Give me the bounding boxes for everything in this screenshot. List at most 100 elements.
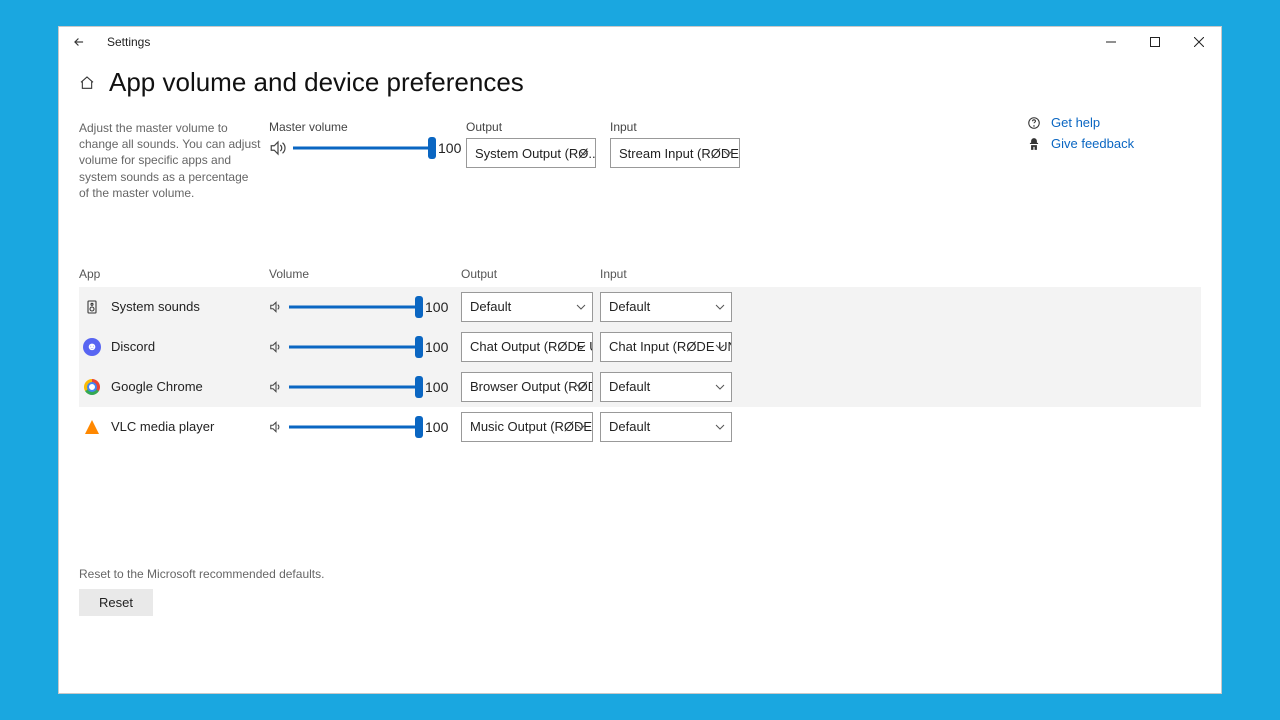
page-title-row: App volume and device preferences [79, 67, 1201, 98]
app-input-value: Chat Input (RØDE UNI [609, 339, 732, 354]
app-input-cell: Default [600, 292, 740, 322]
give-feedback-link[interactable]: Give feedback [1027, 136, 1197, 151]
app-volume-slider[interactable] [289, 337, 419, 357]
reset-text: Reset to the Microsoft recommended defau… [79, 567, 1201, 581]
speaker-icon[interactable] [269, 420, 283, 434]
maximize-icon [1150, 37, 1160, 47]
app-row: System sounds 100 Default Default [79, 287, 1201, 327]
master-volume-slider[interactable] [293, 138, 432, 158]
app-output-dropdown[interactable]: Chat Output (RØDE UI [461, 332, 593, 362]
app-output-dropdown[interactable]: Browser Output (RØD [461, 372, 593, 402]
app-input-dropdown[interactable]: Chat Input (RØDE UNI [600, 332, 732, 362]
col-app: App [79, 267, 269, 281]
chevron-down-icon [715, 302, 725, 312]
app-output-cell: Chat Output (RØDE UI [461, 332, 600, 362]
master-volume-value: 100 [438, 140, 464, 156]
app-name: Google Chrome [111, 379, 203, 394]
maximize-button[interactable] [1133, 27, 1177, 57]
arrow-left-icon [72, 35, 86, 49]
app-output-value: Music Output (RØDE U [470, 419, 593, 434]
chevron-down-icon [576, 342, 586, 352]
app-volume-value: 100 [425, 379, 451, 395]
speaker-icon[interactable] [269, 380, 283, 394]
chevron-down-icon [723, 148, 733, 158]
reset-area: Reset to the Microsoft recommended defau… [79, 567, 1201, 616]
master-output-dropdown[interactable]: System Output (RØ... [466, 138, 596, 168]
app-volume-cell: 100 [269, 297, 461, 317]
col-output: Output [461, 267, 600, 281]
chevron-down-icon [576, 302, 586, 312]
home-icon[interactable] [79, 75, 95, 91]
app-input-value: Default [609, 299, 650, 314]
app-volume-slider[interactable] [289, 297, 419, 317]
feedback-icon [1027, 137, 1041, 151]
minimize-button[interactable] [1089, 27, 1133, 57]
master-input-value: Stream Input (RØDE... [619, 146, 740, 161]
chevron-down-icon [715, 382, 725, 392]
app-output-dropdown[interactable]: Music Output (RØDE U [461, 412, 593, 442]
speaker-icon[interactable] [269, 300, 283, 314]
app-volume-cell: 100 [269, 337, 461, 357]
vlc-icon [83, 418, 101, 436]
app-volume-slider[interactable] [289, 377, 419, 397]
close-button[interactable] [1177, 27, 1221, 57]
description-text: Adjust the master volume to change all s… [79, 120, 269, 201]
col-input: Input [600, 267, 740, 281]
app-row: Google Chrome 100 Browser Output (RØD Defau… [79, 367, 1201, 407]
app-input-cell: Default [600, 412, 740, 442]
close-icon [1194, 37, 1204, 47]
app-input-value: Default [609, 379, 650, 394]
app-output-cell: Default [461, 292, 600, 322]
app-name: Discord [111, 339, 155, 354]
app-input-dropdown[interactable]: Default [600, 412, 732, 442]
app-name: System sounds [111, 299, 200, 314]
discord-icon: ☻ [83, 338, 101, 356]
chrome-icon [83, 378, 101, 396]
chevron-down-icon [576, 382, 586, 392]
app-input-cell: Chat Input (RØDE UNI [600, 332, 740, 362]
app-row: VLC media player 100 Music Output (RØDE U D… [79, 407, 1201, 447]
minimize-icon [1106, 37, 1116, 47]
output-label: Output [466, 120, 596, 134]
give-feedback-text: Give feedback [1051, 136, 1134, 151]
app-cell: VLC media player [79, 418, 269, 436]
chevron-down-icon [715, 342, 725, 352]
chevron-down-icon [715, 422, 725, 432]
app-input-dropdown[interactable]: Default [600, 292, 732, 322]
app-output-cell: Browser Output (RØD [461, 372, 600, 402]
app-table-header: App Volume Output Input [79, 267, 1201, 287]
app-output-value: Default [470, 299, 511, 314]
settings-window: Settings App volume and device preferenc… [58, 26, 1222, 694]
speaker-icon[interactable] [269, 340, 283, 354]
app-volume-value: 100 [425, 299, 451, 315]
master-input-block: Input Stream Input (RØDE... [610, 120, 740, 168]
app-volume-slider[interactable] [289, 417, 419, 437]
chevron-down-icon [579, 148, 589, 158]
master-volume-block: Master volume 100 [269, 120, 464, 158]
speaker-icon[interactable] [269, 139, 287, 157]
app-output-dropdown[interactable]: Default [461, 292, 593, 322]
app-input-dropdown[interactable]: Default [600, 372, 732, 402]
get-help-text: Get help [1051, 115, 1100, 130]
master-volume-label: Master volume [269, 120, 464, 134]
back-button[interactable] [59, 27, 99, 57]
app-volume-value: 100 [425, 339, 451, 355]
reset-button[interactable]: Reset [79, 589, 153, 616]
chevron-down-icon [576, 422, 586, 432]
app-output-value: Chat Output (RØDE UI [470, 339, 593, 354]
app-output-cell: Music Output (RØDE U [461, 412, 600, 442]
titlebar: Settings [59, 27, 1221, 57]
app-name: VLC media player [111, 419, 214, 434]
window-controls [1089, 27, 1221, 57]
get-help-link[interactable]: Get help [1027, 115, 1197, 130]
app-cell: ☻ Discord [79, 338, 269, 356]
system-icon [83, 298, 101, 316]
app-volume-value: 100 [425, 419, 451, 435]
app-cell: System sounds [79, 298, 269, 316]
app-input-cell: Default [600, 372, 740, 402]
content-area: App volume and device preferences Adjust… [59, 57, 1221, 693]
master-input-dropdown[interactable]: Stream Input (RØDE... [610, 138, 740, 168]
master-output-block: Output System Output (RØ... [466, 120, 596, 168]
col-volume: Volume [269, 267, 461, 281]
app-row: ☻ Discord 100 Chat Output (RØDE UI Chat Inpu… [79, 327, 1201, 367]
